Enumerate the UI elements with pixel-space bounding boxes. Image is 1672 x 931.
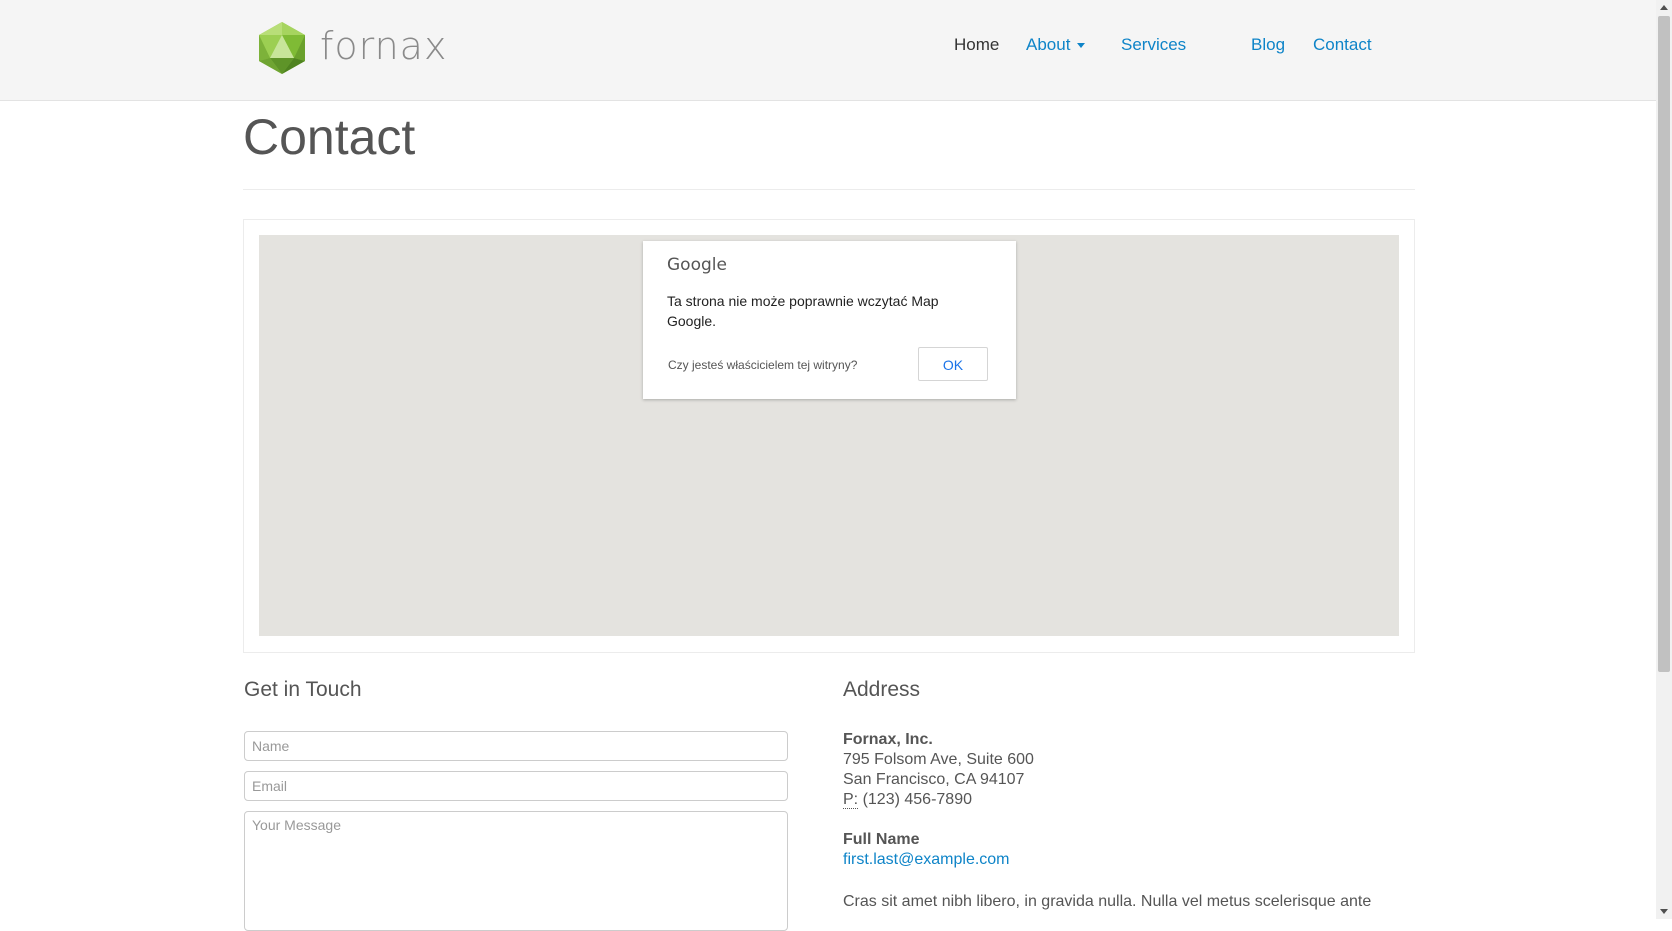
nav-contact[interactable]: Contact: [1313, 35, 1372, 55]
nav-about[interactable]: About: [1026, 35, 1086, 55]
map-canvas[interactable]: Google Ta strona nie może poprawnie wczy…: [259, 235, 1399, 636]
nav-home[interactable]: Home: [954, 35, 999, 55]
phone-label: P:: [843, 791, 859, 809]
address-heading: Address: [843, 678, 921, 701]
navbar: fornax Home About Services Blog Contact: [0, 0, 1656, 101]
scrollbar[interactable]: [1656, 0, 1672, 919]
map-panel: Google Ta strona nie może poprawnie wczy…: [243, 219, 1415, 653]
title-divider: [243, 189, 1415, 190]
email-link[interactable]: first.last@example.com: [843, 851, 1010, 869]
address-description: Cras sit amet nibh libero, in gravida nu…: [843, 893, 1372, 910]
phone-number: (123) 456-7890: [862, 791, 972, 808]
name-input[interactable]: [244, 731, 788, 761]
nav-blog[interactable]: Blog: [1251, 35, 1285, 55]
email-input[interactable]: [244, 771, 788, 801]
ok-button[interactable]: OK: [918, 347, 988, 381]
get-in-touch-heading: Get in Touch: [244, 678, 362, 701]
map-error-dialog: Google Ta strona nie może poprawnie wczy…: [643, 241, 1016, 399]
brand-logo[interactable]: fornax: [254, 20, 446, 76]
phone-line: P: (123) 456-7890: [843, 791, 972, 809]
page-title: Contact: [243, 109, 416, 165]
nav-services[interactable]: Services: [1121, 35, 1186, 55]
person-name: Full Name: [843, 831, 920, 848]
city-address: San Francisco, CA 94107: [843, 771, 1025, 788]
google-logo: Google: [667, 255, 727, 275]
scroll-thumb[interactable]: [1658, 16, 1670, 672]
green-icosahedron-icon: [259, 22, 305, 74]
street-address: 795 Folsom Ave, Suite 600: [843, 751, 1034, 768]
scroll-up-icon[interactable]: [1660, 5, 1668, 10]
brand-name: fornax: [320, 24, 448, 68]
nav-about-label: About: [1026, 35, 1071, 54]
message-textarea[interactable]: [244, 811, 788, 931]
scroll-down-icon[interactable]: [1660, 909, 1668, 914]
caret-down-icon: [1077, 43, 1086, 49]
map-error-message: Ta strona nie może poprawnie wczytać Map…: [667, 293, 939, 329]
company-name: Fornax, Inc.: [843, 731, 933, 748]
owner-question-link[interactable]: Czy jesteś właścicielem tej witryny?: [668, 358, 857, 372]
